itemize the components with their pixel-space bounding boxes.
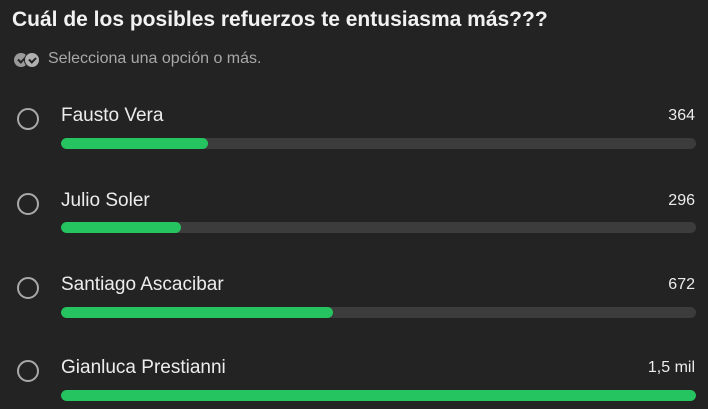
option-progress-fill (61, 138, 209, 149)
option-progress-track (61, 138, 696, 149)
radio-button[interactable] (17, 360, 39, 382)
option-progress-track (61, 222, 696, 233)
option-progress-fill (61, 307, 333, 318)
option-label: Santiago Ascacibar (61, 274, 224, 295)
option-progress-fill (61, 222, 181, 233)
radio-button[interactable] (17, 193, 39, 215)
option-vote-count: 364 (668, 107, 695, 124)
option-vote-count: 672 (668, 276, 695, 293)
poll-instruction-text: Selecciona una opción o más. (48, 50, 262, 67)
option-vote-count: 296 (668, 192, 695, 209)
poll-option-1[interactable]: Fausto Vera 364 (0, 97, 708, 157)
double-check-icon (14, 51, 42, 68)
option-vote-count: 1,5 mil (647, 359, 695, 376)
option-progress-fill (61, 390, 696, 401)
radio-button[interactable] (17, 277, 39, 299)
poll-question: Cuál de los posibles refuerzos te entusi… (12, 8, 548, 31)
option-progress-track (61, 307, 696, 318)
option-label: Gianluca Prestianni (61, 357, 226, 378)
poll-option-2[interactable]: Julio Soler 296 (0, 182, 708, 242)
option-label: Julio Soler (61, 190, 150, 211)
poll-instruction: Selecciona una opción o más. (14, 50, 261, 68)
option-label: Fausto Vera (61, 105, 164, 126)
radio-button[interactable] (17, 108, 39, 130)
poll-option-3[interactable]: Santiago Ascacibar 672 (0, 266, 708, 326)
poll-option-4[interactable]: Gianluca Prestianni 1,5 mil (0, 349, 708, 409)
option-progress-track (61, 390, 696, 401)
